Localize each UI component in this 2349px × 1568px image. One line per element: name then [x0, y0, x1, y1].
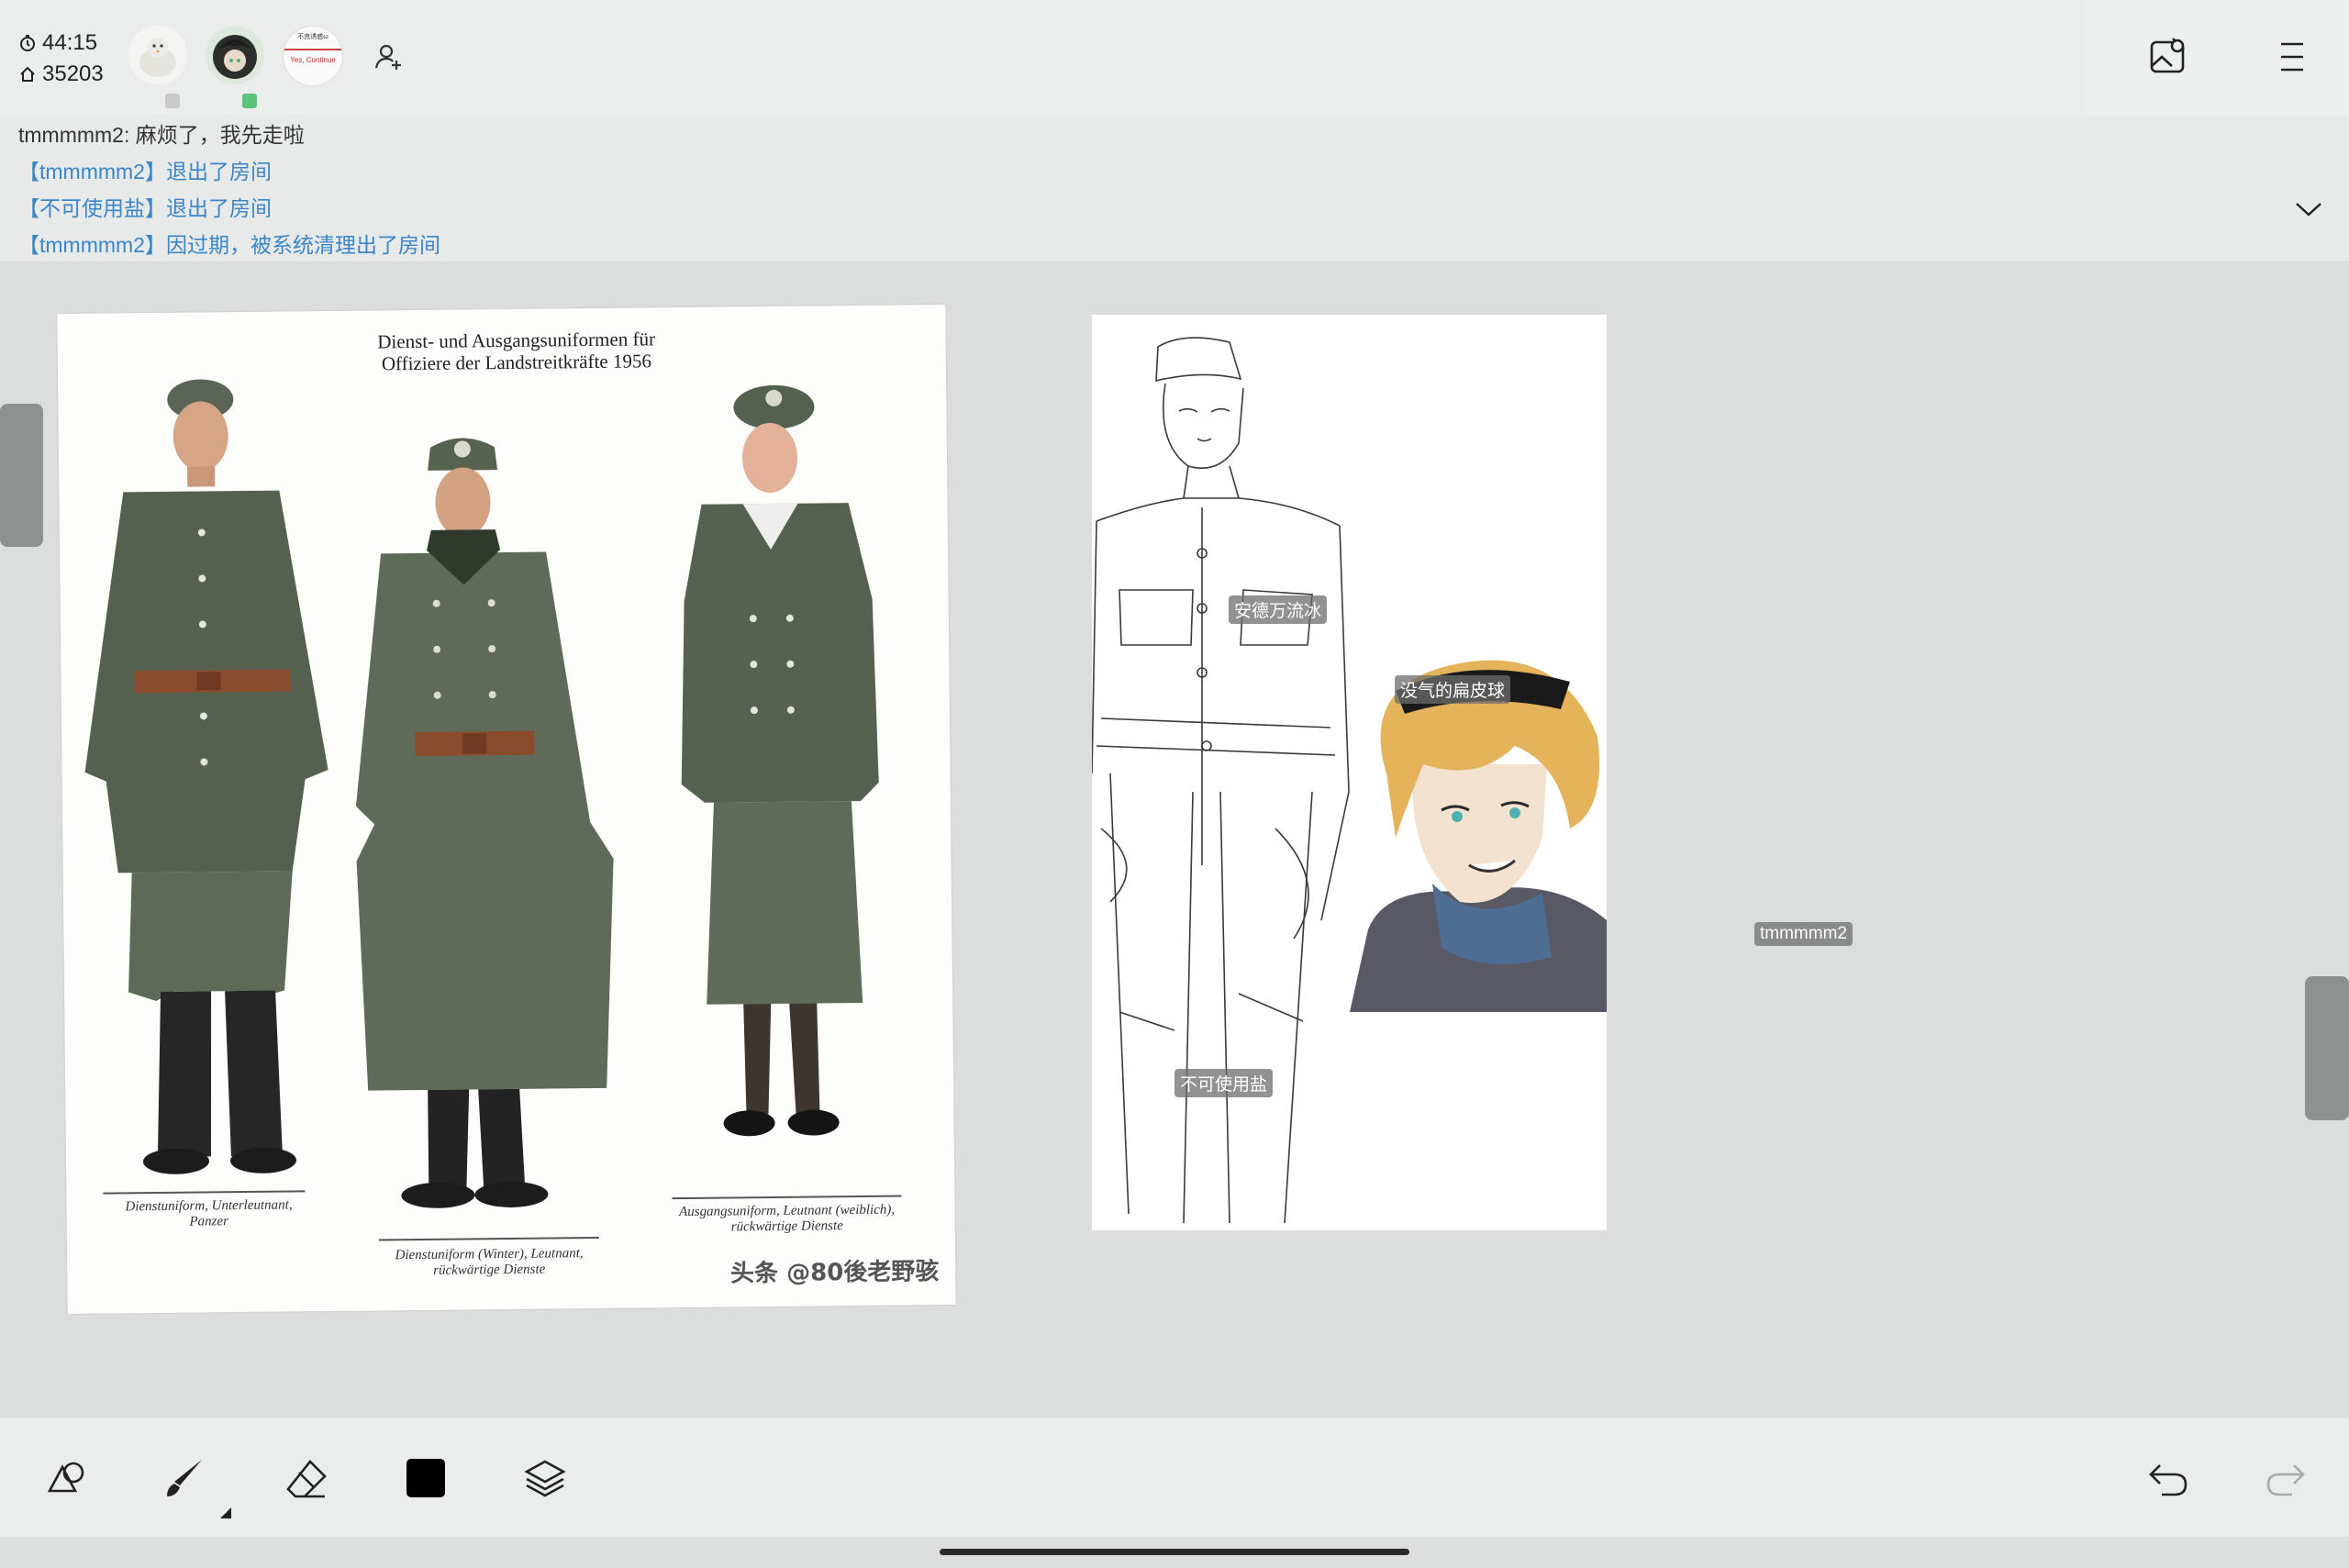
bottom-toolbar [0, 1418, 2349, 1537]
avatar-3-top-text: 不良诱惑ω [297, 34, 328, 40]
layers-button[interactable] [521, 1454, 569, 1502]
avatar-2-badge [242, 94, 257, 108]
reference-image[interactable]: Dienst- und Ausgangsuniformen für Offizi… [57, 304, 956, 1315]
clock-icon [20, 35, 35, 51]
menu-button[interactable] [2272, 37, 2312, 77]
color-swatch-button[interactable] [402, 1454, 450, 1502]
gallery-icon [2150, 38, 2185, 73]
chat-message-system: 【不可使用盐】退出了房间 [18, 196, 272, 220]
add-user-icon [374, 44, 401, 70]
caption-3-line1: Ausgangsuniform, Leutnant (weiblich), [679, 1202, 896, 1220]
chat-panel: tmmmmm2: 麻烦了，我先走啦 【tmmmmm2】退出了房间 【不可使用盐】… [0, 115, 2349, 261]
figure-officer-1 [84, 379, 328, 1174]
left-panel-handle[interactable] [0, 404, 43, 547]
caption-2-line2: rückwärtige Dienste [433, 1262, 546, 1278]
cursor-label: 不可使用盐 [1174, 1069, 1274, 1097]
avatar-2[interactable] [206, 26, 264, 84]
uniform-figures [84, 379, 879, 1208]
top-bar: 44:15 35203 不良诱惑ω Yes, Continue [0, 0, 2349, 115]
timer-row: 44:15 [18, 28, 104, 59]
avatar-1[interactable] [128, 26, 187, 84]
home-icon [20, 66, 35, 82]
watermark: 头条 @80後老野骇 [729, 1258, 940, 1288]
brush-tool-button[interactable] [161, 1454, 231, 1518]
undo-icon [2149, 1464, 2188, 1496]
caption-3-line2: rückwärtige Dienste [730, 1218, 843, 1235]
timer-value: 44:15 [42, 30, 98, 55]
brush-icon [167, 1460, 202, 1496]
room-number-row: 35203 [18, 59, 104, 90]
sketch-artwork[interactable] [1092, 315, 1607, 1230]
caption-figure-1: Dienstuniform, Unterleutnant, Panzer [103, 1197, 314, 1230]
chat-message-user: tmmmmm2: 麻烦了，我先走啦 [18, 123, 305, 147]
avatar-3-stripe [284, 49, 342, 50]
collapse-chat-button[interactable] [2294, 198, 2323, 220]
eraser-tool-button[interactable] [283, 1454, 330, 1502]
home-indicator[interactable] [940, 1549, 1409, 1555]
add-user-button[interactable] [373, 40, 406, 73]
figure-officer-2 [355, 438, 614, 1208]
avatar-1-badge [165, 94, 180, 108]
shape-tool-button[interactable] [42, 1454, 90, 1502]
layers-icon [524, 1460, 566, 1497]
caption-figure-2: Dienstuniform (Winter), Leutnant, rückwä… [370, 1246, 608, 1280]
avatar-3-text: Yes, Continue [290, 56, 336, 64]
color-swatch-icon [406, 1459, 445, 1497]
eraser-icon [286, 1460, 327, 1498]
right-panel-handle[interactable] [2305, 976, 2349, 1120]
caption-figure-3: Ausgangsuniform, Leutnant (weiblich), rü… [663, 1202, 911, 1236]
menu-icon [2281, 42, 2303, 72]
gallery-button[interactable] [2147, 35, 2189, 77]
undo-button[interactable] [2145, 1454, 2193, 1502]
room-stats: 44:15 35203 [18, 28, 104, 90]
room-number: 35203 [42, 61, 104, 86]
cursor-label: 没气的扁皮球 [1395, 675, 1511, 704]
avatar-3[interactable]: 不良诱惑ω Yes, Continue [283, 26, 343, 86]
caption-1-line2: Panzer [189, 1214, 229, 1229]
figure-officer-3 [681, 384, 879, 1137]
caption-2-line1: Dienstuniform (Winter), Leutnant, [395, 1246, 584, 1263]
caption-1-line1: Dienstuniform, Unterleutnant, [125, 1197, 293, 1215]
cursor-label: tmmmmm2 [1754, 922, 1853, 946]
brush-options-indicator [220, 1507, 231, 1518]
chevron-down-icon [2296, 203, 2321, 217]
redo-icon [2266, 1464, 2305, 1496]
shape-tool-icon [47, 1462, 84, 1493]
cursor-label: 安德万流冰 [1229, 595, 1328, 624]
chat-message-system: 【tmmmmm2】因过期，被系统清理出了房间 [18, 233, 440, 257]
chat-message-system: 【tmmmmm2】退出了房间 [18, 160, 272, 183]
redo-button[interactable] [2261, 1454, 2309, 1502]
